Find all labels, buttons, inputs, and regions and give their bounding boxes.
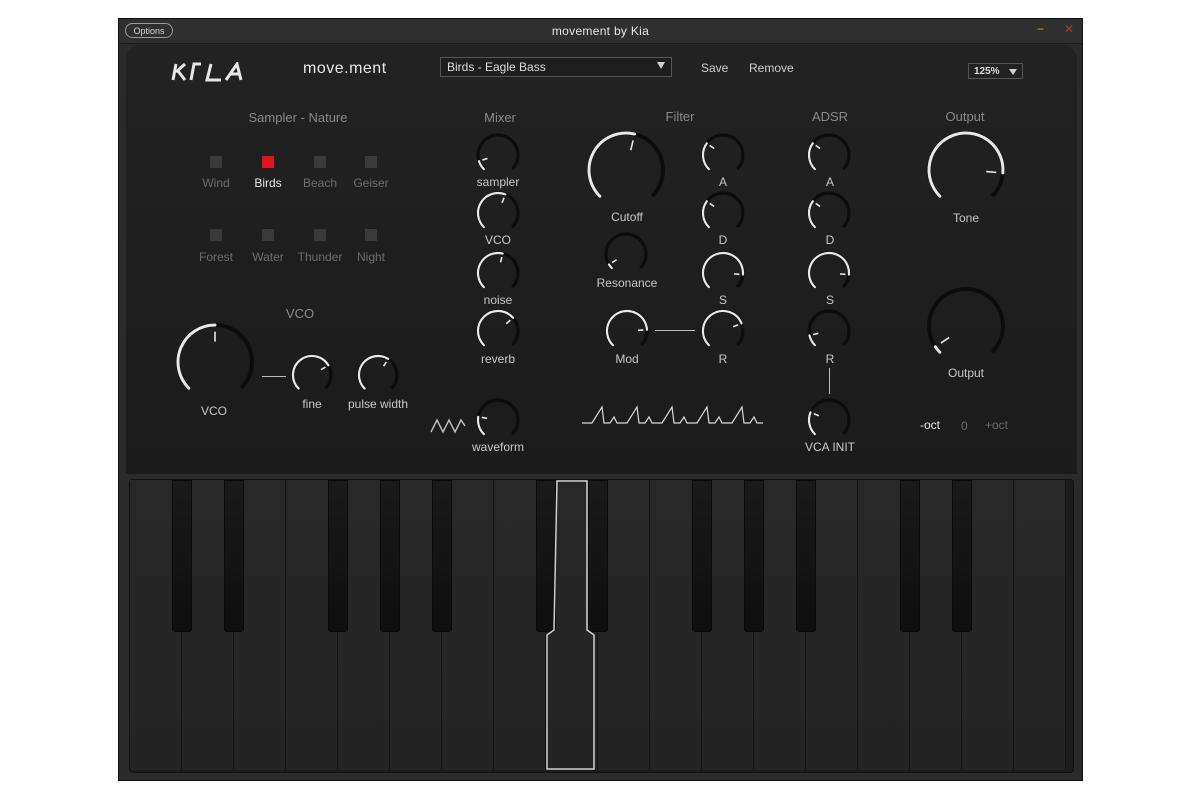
- sawtooth-wave-icon[interactable]: [430, 418, 466, 434]
- preset-select[interactable]: Birds - Eagle Bass: [440, 57, 672, 77]
- adsr-a-knob[interactable]: [805, 131, 853, 179]
- sampler-toggle-beach[interactable]: [314, 156, 326, 168]
- reverb-mix-knob[interactable]: [474, 307, 522, 355]
- filter-d-knob[interactable]: [699, 189, 747, 237]
- save-button[interactable]: Save: [701, 61, 728, 75]
- octave-up-button[interactable]: +oct: [985, 418, 1008, 432]
- kia-logo: [171, 62, 243, 82]
- pressed-key-highlight: [546, 480, 595, 770]
- minimize-icon[interactable]: −: [1037, 22, 1044, 36]
- adsr-s-knob[interactable]: [805, 249, 853, 297]
- filter-a-knob[interactable]: [699, 131, 747, 179]
- fine-knob-label: fine: [302, 397, 322, 411]
- waveform-label: waveform: [471, 440, 524, 454]
- sampler-toggle-thunder[interactable]: [314, 229, 326, 241]
- preset-value: Birds - Eagle Bass: [447, 60, 546, 74]
- black-key[interactable]: [900, 480, 920, 632]
- close-icon[interactable]: ✕: [1064, 22, 1074, 36]
- vco-knob[interactable]: [174, 321, 256, 403]
- vca-init-knob[interactable]: [805, 396, 853, 444]
- mod-label: Mod: [615, 352, 639, 366]
- vco-section-title: VCO: [285, 306, 315, 321]
- adsr-d-label: D: [825, 233, 835, 247]
- mod-knob[interactable]: [603, 307, 651, 355]
- vca-init-label: VCA INIT: [804, 440, 855, 454]
- adsr-s-label: S: [825, 293, 834, 307]
- title-bar: Options movement by Kia − ✕: [119, 19, 1082, 44]
- sampler-label-birds: Birds: [254, 176, 282, 190]
- remove-button[interactable]: Remove: [749, 61, 794, 75]
- r-vca-connector: [829, 368, 830, 394]
- noise-mix-label: noise: [483, 293, 513, 307]
- adsr-d-knob[interactable]: [805, 189, 853, 237]
- waveform-knob[interactable]: [474, 396, 522, 444]
- octave-down-button[interactable]: -oct: [920, 418, 940, 432]
- black-key[interactable]: [432, 480, 452, 632]
- adsr-title: ADSR: [811, 109, 849, 124]
- sampler-mix-knob[interactable]: [474, 131, 522, 179]
- sampler-toggle-wind[interactable]: [210, 156, 222, 168]
- sampler-mix-label: sampler: [476, 175, 520, 189]
- output-title: Output: [945, 109, 985, 124]
- sampler-label-wind: Wind: [202, 176, 230, 190]
- sampler-toggle-birds[interactable]: [262, 156, 274, 168]
- fine-knob[interactable]: [289, 352, 335, 398]
- black-key[interactable]: [380, 480, 400, 632]
- sampler-label-night: Night: [356, 250, 385, 264]
- sampler-label-geiser: Geiser: [353, 176, 389, 190]
- black-key[interactable]: [224, 480, 244, 632]
- sampler-toggle-night[interactable]: [365, 229, 377, 241]
- pulse-width-knob[interactable]: [355, 352, 401, 398]
- black-key[interactable]: [328, 480, 348, 632]
- filter-d-label: D: [718, 233, 728, 247]
- zoom-value: 125%: [974, 66, 1000, 77]
- resonance-label: Resonance: [596, 276, 658, 290]
- filter-a-label: A: [718, 175, 727, 189]
- mixer-title: Mixer: [484, 110, 516, 125]
- output-knob[interactable]: [925, 285, 1007, 367]
- sampler-title: Sampler - Nature: [248, 110, 348, 125]
- cutoff-label: Cutoff: [611, 210, 643, 224]
- filter-s-knob[interactable]: [699, 249, 747, 297]
- filter-r-knob[interactable]: [699, 307, 747, 355]
- reverb-mix-label: reverb: [480, 352, 515, 366]
- waveform-display: [582, 405, 763, 424]
- octave-value: 0: [961, 419, 968, 433]
- sampler-label-water: Water: [252, 250, 284, 264]
- zoom-select[interactable]: 125%: [968, 63, 1023, 79]
- adsr-a-label: A: [825, 175, 834, 189]
- tone-knob[interactable]: [925, 129, 1007, 211]
- chevron-down-icon: [1009, 69, 1017, 75]
- sampler-toggle-forest[interactable]: [210, 229, 222, 241]
- pulse-width-knob-label: pulse width: [347, 397, 409, 411]
- black-key[interactable]: [172, 480, 192, 632]
- white-key[interactable]: [1014, 480, 1066, 770]
- adsr-r-knob[interactable]: [805, 307, 853, 355]
- black-key[interactable]: [952, 480, 972, 632]
- sampler-label-forest: Forest: [198, 250, 233, 264]
- filter-r-label: R: [718, 352, 728, 366]
- adsr-r-label: R: [825, 352, 835, 366]
- black-key[interactable]: [796, 480, 816, 632]
- app-name: move.ment: [303, 60, 387, 77]
- noise-mix-knob[interactable]: [474, 249, 522, 297]
- chevron-down-icon: [657, 62, 665, 69]
- filter-title: Filter: [665, 109, 695, 124]
- resonance-knob[interactable]: [602, 230, 650, 278]
- sampler-toggle-water[interactable]: [262, 229, 274, 241]
- cutoff-knob[interactable]: [585, 129, 667, 211]
- black-key[interactable]: [692, 480, 712, 632]
- vco-mix-label: VCO: [484, 233, 511, 247]
- tone-label: Tone: [952, 211, 980, 225]
- vco-mix-knob[interactable]: [474, 189, 522, 237]
- sampler-toggle-geiser[interactable]: [365, 156, 377, 168]
- piano-keyboard[interactable]: [129, 479, 1074, 773]
- vco-knob-label: VCO: [200, 404, 227, 418]
- output-knob-label: Output: [947, 366, 985, 380]
- vco-fine-connector: [262, 376, 286, 377]
- window-title: movement by Kia: [551, 24, 650, 38]
- mod-r-connector: [655, 330, 695, 331]
- black-key[interactable]: [744, 480, 764, 632]
- filter-s-label: S: [718, 293, 727, 307]
